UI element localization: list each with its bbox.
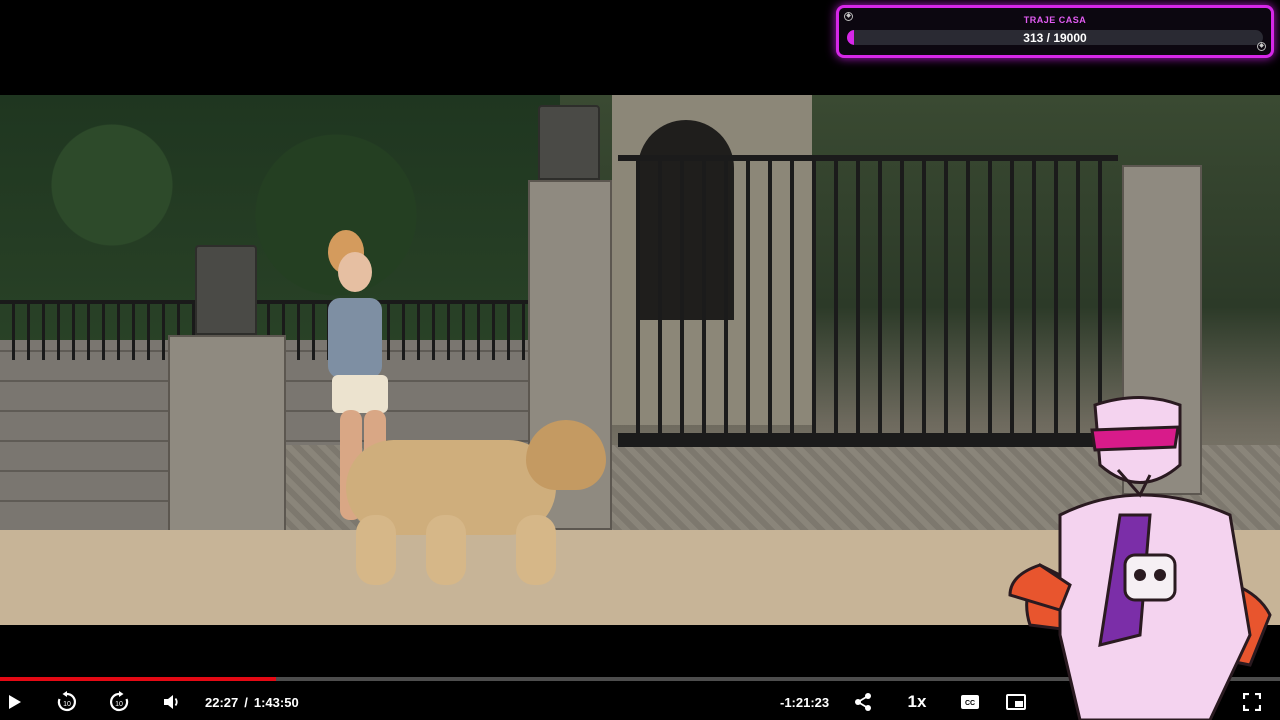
rewind-10-button[interactable]: 10 [54, 689, 80, 715]
lamp [538, 105, 600, 180]
play-button[interactable] [4, 689, 26, 715]
goal-title: TRAJE CASA [1023, 15, 1087, 25]
afghan-hound [326, 420, 606, 590]
remaining-time: -1:21:23 [780, 694, 830, 710]
duration: 1:43:50 [253, 694, 299, 710]
donation-goal-widget: ◆ TRAJE CASA 313 / 19000 ◆ [836, 5, 1274, 58]
share-icon [855, 693, 871, 711]
time-separator: / [244, 694, 248, 710]
lamp [195, 245, 257, 335]
time-display: 22:27 / 1:43:50 [205, 689, 299, 715]
forward-10-icon: 10 [110, 691, 129, 712]
goal-value: 313 / 19000 [1023, 31, 1087, 45]
volume-button[interactable] [160, 689, 184, 715]
stone-pillar [168, 335, 286, 535]
play-icon [9, 695, 21, 709]
share-button[interactable] [851, 689, 875, 715]
captions-button[interactable]: CC [958, 689, 982, 715]
volume-icon [164, 695, 178, 709]
streamer-avatar [1008, 396, 1272, 720]
goal-icon: ◆ [1257, 42, 1266, 51]
svg-text:10: 10 [63, 701, 71, 708]
seek-bar-played [0, 677, 276, 681]
current-time: 22:27 [205, 694, 239, 710]
rewind-10-icon: 10 [57, 691, 76, 712]
captions-icon: CC [961, 695, 979, 709]
playback-speed-button[interactable]: 1x [903, 689, 931, 715]
svg-text:CC: CC [965, 700, 975, 707]
svg-text:10: 10 [115, 701, 123, 708]
forward-10-button[interactable]: 10 [106, 689, 132, 715]
